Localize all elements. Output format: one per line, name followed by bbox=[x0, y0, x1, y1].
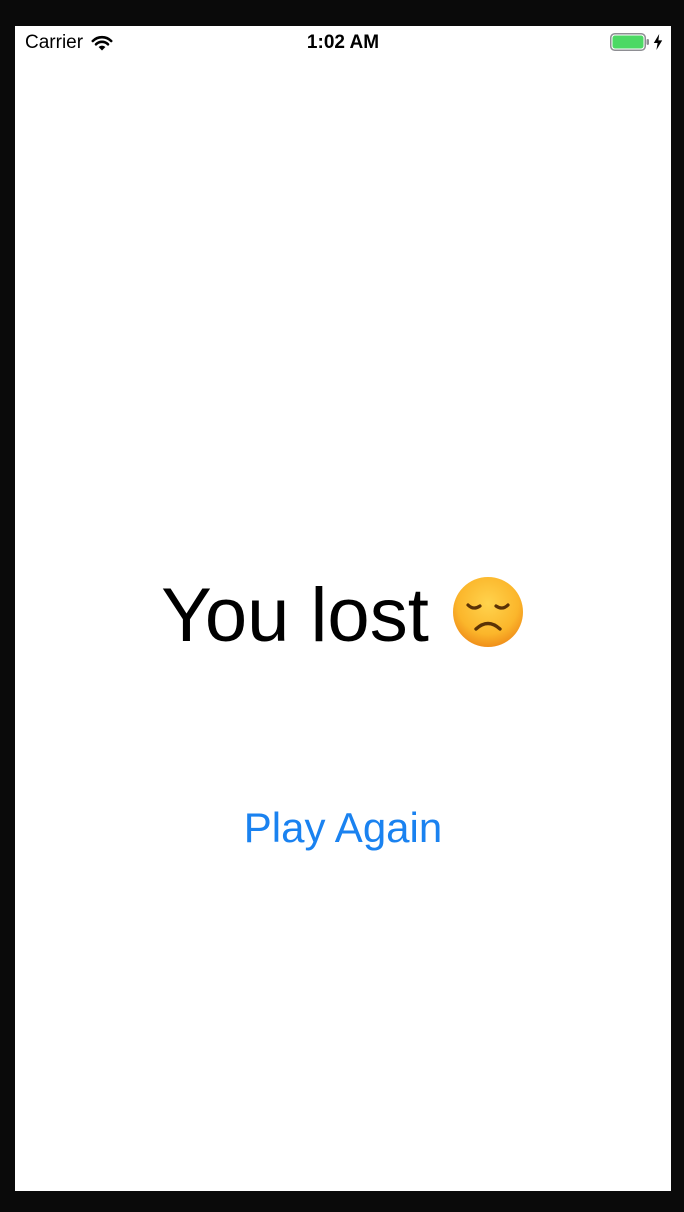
result-text: You lost bbox=[161, 572, 429, 658]
play-again-button[interactable]: Play Again bbox=[193, 800, 493, 856]
battery-icon bbox=[610, 33, 649, 51]
sad-face-icon bbox=[452, 576, 523, 647]
status-time: 1:02 AM bbox=[306, 32, 380, 53]
device-screen: Carrier 1:02 AM You lost Play Again bbox=[15, 26, 671, 1191]
battery-group bbox=[610, 33, 663, 51]
charging-bolt-icon bbox=[653, 34, 663, 50]
result-title: You lost bbox=[15, 566, 671, 661]
status-bar: Carrier 1:02 AM bbox=[15, 26, 671, 60]
